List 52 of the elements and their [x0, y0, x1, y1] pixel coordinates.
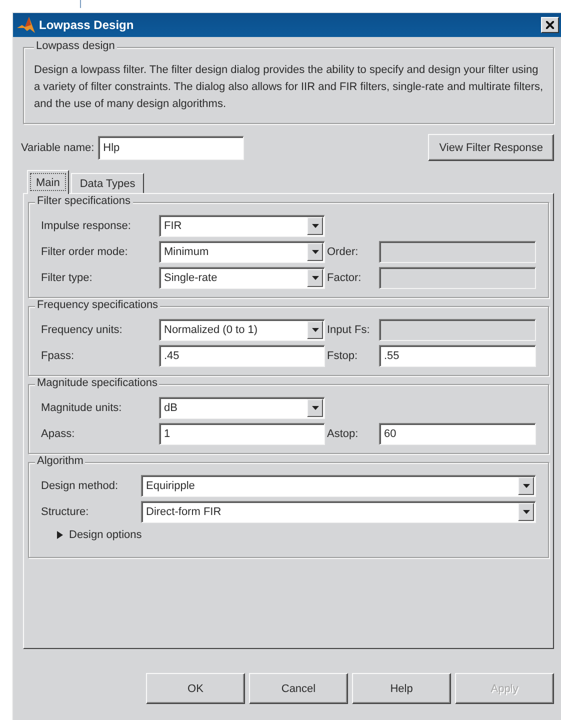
input-field[interactable]: .45 [159, 345, 325, 367]
expander-toggle[interactable]: Design options [57, 529, 142, 541]
caret-icon [312, 250, 318, 254]
dropdown[interactable]: FIR [159, 215, 325, 237]
dropdown[interactable]: Minimum [159, 241, 325, 263]
input-field[interactable]: 60 [379, 423, 536, 445]
window-title: Lowpass Design [39, 18, 135, 32]
group-title: Magnitude specifications [35, 377, 160, 389]
input-field[interactable]: 1 [159, 423, 325, 445]
group-title: Filter specifications [35, 195, 133, 207]
dropdown[interactable]: Single-rate [159, 267, 325, 289]
field-label: Apass: [41, 428, 76, 440]
dropdown[interactable]: dB [159, 397, 325, 419]
dropdown[interactable]: Equiripple [141, 475, 536, 497]
view-response-button[interactable]: View Filter Response [428, 134, 554, 161]
input-field[interactable]: .55 [379, 345, 536, 367]
field-label: Astop: [327, 428, 360, 440]
field-label: Order: [327, 246, 360, 258]
description-text: Design a lowpass filter. The filter design dialog provides the ability to specify and design your filter using a variety of filter constraints. The dialog also allows for IIR and FIR filters, single-rate and multirate filters, and the use of many design algorithms. [34, 63, 544, 112]
field-label: Structure: [41, 506, 90, 518]
group-title: Lowpass design [34, 40, 117, 52]
close-icon [546, 21, 554, 29]
dialog-button[interactable]: Cancel [249, 673, 348, 704]
close-button[interactable] [541, 17, 559, 33]
caret-icon [312, 276, 318, 280]
input-field[interactable]: Hlp [98, 136, 244, 160]
field-label: Design method: [41, 480, 120, 492]
caret-icon [312, 406, 318, 410]
field-label: Input Fs: [327, 324, 371, 336]
dialog-button[interactable]: OK [146, 673, 245, 704]
caret-right-icon [57, 531, 63, 539]
tab[interactable]: Data Types [70, 173, 144, 193]
field-label: Fpass: [41, 350, 76, 362]
caret-icon [522, 510, 530, 514]
field-label: Filter order mode: [41, 246, 129, 258]
field-label: Variable name: [21, 142, 94, 154]
field-label: Filter type: [41, 272, 94, 284]
caret-icon [522, 484, 530, 488]
field-label: Factor: [327, 272, 362, 284]
field-label: Fstop: [327, 350, 359, 362]
peak-icon [17, 17, 35, 33]
dropdown[interactable]: Direct-form FIR [141, 501, 536, 523]
group-title: Frequency specifications [35, 299, 160, 311]
field-label: Frequency units: [41, 324, 124, 336]
group-title: Algorithm [35, 455, 86, 467]
caret-icon [312, 224, 318, 228]
caret-icon [312, 328, 318, 332]
field-label: Magnitude units: [41, 402, 123, 414]
dialog-button[interactable]: Help [352, 673, 451, 704]
tab[interactable]: Main [27, 170, 69, 194]
field-label: Impulse response: [41, 220, 132, 232]
dropdown[interactable]: Normalized (0 to 1) [159, 319, 325, 341]
